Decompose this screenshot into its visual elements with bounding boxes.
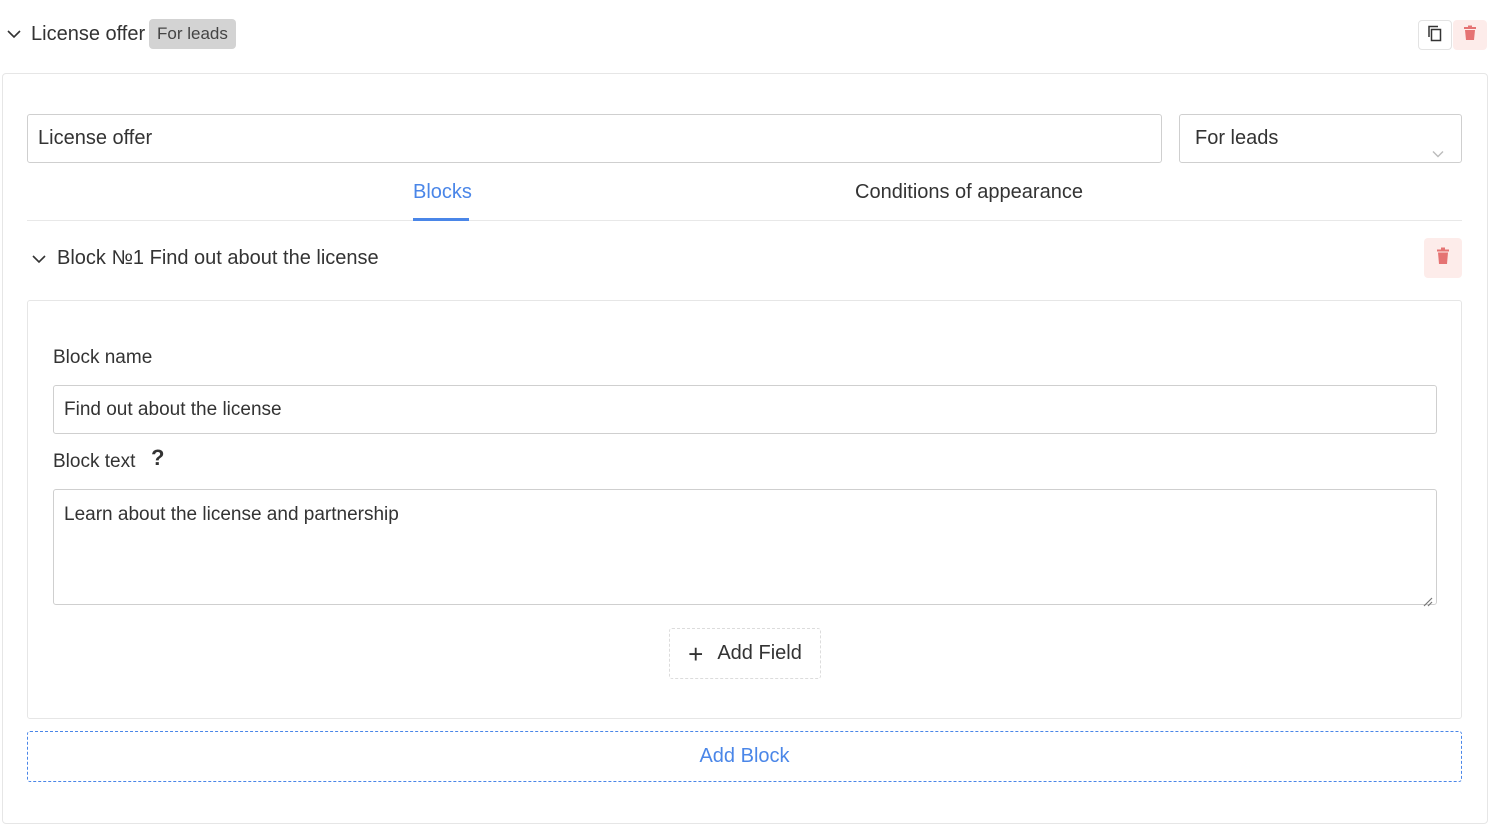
copy-icon <box>1426 24 1444 47</box>
offer-header: License offer For leads <box>0 0 1492 70</box>
chevron-down-icon[interactable] <box>31 251 47 267</box>
block-title: Block №1 Find out about the license <box>57 247 379 269</box>
active-tab-indicator <box>413 218 469 221</box>
copy-button[interactable] <box>1418 20 1452 50</box>
add-field-button[interactable]: + Add Field <box>669 628 821 679</box>
chevron-down-icon[interactable] <box>6 26 22 42</box>
question-mark-icon[interactable]: ? <box>151 445 164 471</box>
offer-title: License offer <box>31 23 146 45</box>
tab-blocks[interactable]: Blocks <box>413 180 472 204</box>
delete-block-button[interactable] <box>1424 238 1462 278</box>
trash-icon <box>1463 25 1477 46</box>
trash-icon <box>1436 247 1450 270</box>
tabs-divider <box>27 220 1462 221</box>
block-name-input[interactable]: Find out about the license <box>53 385 1437 434</box>
block-text-area[interactable]: Learn about the license and partnership <box>53 489 1437 607</box>
offer-name-input[interactable]: License offer <box>27 114 1162 163</box>
block-name-label: Block name <box>53 347 153 368</box>
audience-badge: For leads <box>149 19 236 49</box>
add-field-label: Add Field <box>717 642 802 664</box>
add-block-button[interactable]: Add Block <box>27 731 1462 782</box>
delete-offer-button[interactable] <box>1453 20 1487 50</box>
block-text-value: Learn about the license and partnership <box>64 504 399 525</box>
audience-select-value: For leads <box>1195 127 1279 149</box>
resize-handle-icon[interactable] <box>1421 589 1433 607</box>
tab-conditions-of-appearance[interactable]: Conditions of appearance <box>855 180 1083 204</box>
block-text-label: Block text <box>53 451 136 472</box>
chevron-down-icon <box>1431 132 1445 158</box>
audience-select[interactable]: For leads <box>1179 114 1462 163</box>
plus-icon: + <box>688 638 704 669</box>
